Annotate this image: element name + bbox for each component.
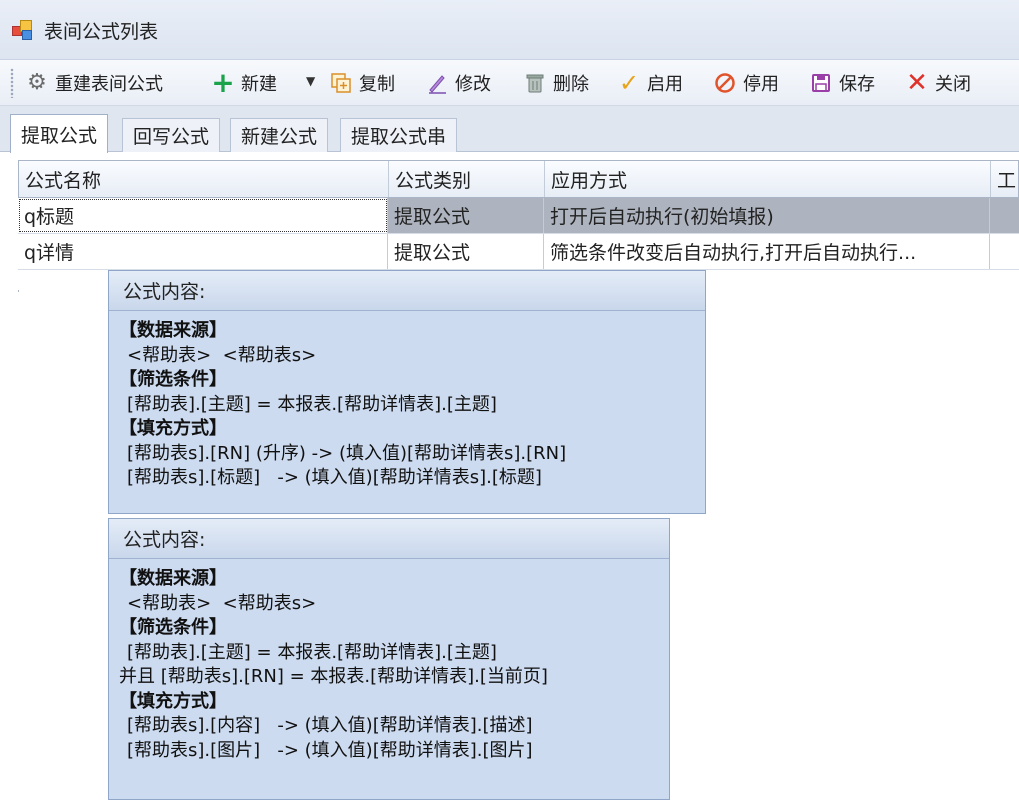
toolbar: ⚙ 重建表间公式 + 新建 ▼ 复制 修改 删除 ✓ 启用 停用 保存 ✕ 关闭 [0,60,1019,106]
copy-label: 复制 [359,70,395,96]
close-label: 关闭 [935,70,971,96]
grid-header: 公式名称 公式类别 应用方式 工 [18,160,1019,198]
formula-line: [帮助表].[主题] = 本报表.[帮助详情表].[主题] [119,393,695,418]
save-button[interactable]: 保存 [808,68,875,98]
check-icon: ✓ [616,70,642,96]
new-button[interactable]: + 新建 [210,68,277,98]
column-header-category[interactable]: 公式类别 [389,161,545,197]
section-data-source: 【数据来源】 [119,567,659,592]
row-category-cell[interactable]: 提取公式 [388,234,544,269]
close-icon: ✕ [904,70,930,96]
toolbar-grip[interactable] [10,68,14,98]
enable-button[interactable]: ✓ 启用 [616,68,683,98]
section-filter: 【筛选条件】 [119,616,659,641]
row-mode-cell[interactable]: 打开后自动执行(初始填报) [544,198,990,233]
formula-line: 并且 [帮助表s].[RN] = 本报表.[帮助详情表].[当前页] [119,665,659,690]
row-mode-cell[interactable]: 筛选条件改变后自动执行,打开后自动执行... [544,234,990,269]
formula-line: [帮助表s].[图片] -> (填入值)[帮助详情表].[图片] [119,739,659,764]
copy-button[interactable]: 复制 [328,68,395,98]
delete-button[interactable]: 删除 [522,68,589,98]
tooltip-header: 公式内容: [109,519,669,559]
section-filter: 【筛选条件】 [119,368,695,393]
tooltip-header: 公式内容: [109,271,705,311]
tab-new-formula[interactable]: 新建公式 [230,118,328,152]
copy-icon [328,70,354,96]
title-bar: 表间公式列表 [0,0,1019,60]
column-header-name[interactable]: 公式名称 [19,161,389,197]
section-fill-mode: 【填充方式】 [119,690,659,715]
section-fill-mode: 【填充方式】 [119,417,695,442]
close-button[interactable]: ✕ 关闭 [904,68,971,98]
column-header-more[interactable]: 工 [991,161,1019,197]
formula-list-window: 表间公式列表 ⚙ 重建表间公式 + 新建 ▼ 复制 修改 删除 ✓ 启用 停用 … [0,0,1019,808]
tab-strip: 提取公式 回写公式 新建公式 提取公式串 [0,106,1019,152]
app-grid-icon [12,20,34,42]
formula-line: [帮助表s].[内容] -> (填入值)[帮助详情表].[描述] [119,714,659,739]
formula-line: <帮助表> <帮助表s> [119,344,695,369]
pencil-icon [424,70,450,96]
row-category-cell[interactable]: 提取公式 [388,198,544,233]
delete-label: 删除 [553,70,589,96]
formula-tooltip-2: 公式内容: 【数据来源】 <帮助表> <帮助表s> 【筛选条件】 [帮助表].[… [108,518,670,800]
edit-label: 修改 [455,70,491,96]
tab-writeback-formula[interactable]: 回写公式 [122,118,220,152]
row-name-cell[interactable]: q标题 [18,198,388,233]
formula-line: <帮助表> <帮助表s> [119,592,659,617]
formula-line: [帮助表s].[RN] (升序) -> (填入值)[帮助详情表s].[RN] [119,442,695,467]
tab-extract-formula-chain[interactable]: 提取公式串 [340,118,457,152]
plus-icon: + [210,70,236,96]
rebuild-formula-label: 重建表间公式 [55,70,163,96]
disable-button[interactable]: 停用 [712,68,779,98]
save-icon [808,70,834,96]
formula-tooltip-1: 公式内容: 【数据来源】 <帮助表> <帮助表s> 【筛选条件】 [帮助表].[… [108,270,706,514]
trash-icon [522,70,548,96]
ban-icon [712,70,738,96]
formula-line: [帮助表].[主题] = 本报表.[帮助详情表].[主题] [119,641,659,666]
tooltip-body: 【数据来源】 <帮助表> <帮助表s> 【筛选条件】 [帮助表].[主题] = … [109,311,705,513]
table-row[interactable]: q详情 提取公式 筛选条件改变后自动执行,打开后自动执行... [18,234,1019,270]
new-label: 新建 [241,70,277,96]
save-label: 保存 [839,70,875,96]
table-row[interactable]: q标题 提取公式 打开后自动执行(初始填报) [18,198,1019,234]
disable-label: 停用 [743,70,779,96]
column-header-mode[interactable]: 应用方式 [545,161,991,197]
row-name-cell[interactable]: q详情 [18,234,388,269]
edit-button[interactable]: 修改 [424,68,491,98]
chevron-down-icon[interactable]: ▼ [306,74,315,88]
rebuild-formula-button[interactable]: ⚙ 重建表间公式 [24,68,163,98]
gear-icon: ⚙ [24,70,50,96]
section-data-source: 【数据来源】 [119,319,695,344]
enable-label: 启用 [647,70,683,96]
tooltip-body: 【数据来源】 <帮助表> <帮助表s> 【筛选条件】 [帮助表].[主题] = … [109,559,669,799]
formula-line: [帮助表s].[标题] -> (填入值)[帮助详情表s].[标题] [119,466,695,491]
window-title: 表间公式列表 [44,17,158,44]
tab-extract-formula[interactable]: 提取公式 [10,114,108,153]
